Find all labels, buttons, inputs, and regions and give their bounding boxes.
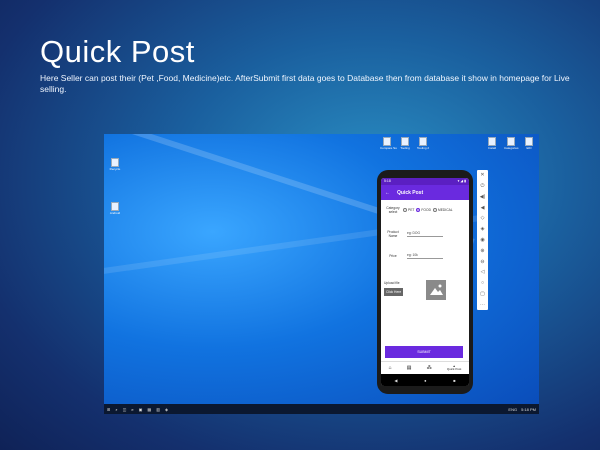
desktop-icon-top[interactable]: Tooling xyxy=(398,137,412,150)
category-label: Category select xyxy=(386,206,400,214)
explorer-icon[interactable]: ▣ xyxy=(139,407,143,412)
app-icon[interactable]: ▥ xyxy=(156,407,160,412)
recycle-bin-icon xyxy=(111,158,119,167)
document-icon xyxy=(401,137,409,146)
more-icon[interactable]: ⋯ xyxy=(480,302,485,308)
task-view-icon[interactable]: ◫ xyxy=(123,407,127,412)
system-tray: ENG 5:18 PM xyxy=(508,407,536,412)
document-icon xyxy=(525,137,533,146)
back-icon[interactable]: ◀ xyxy=(394,378,397,383)
recents-icon[interactable]: ■ xyxy=(453,378,455,383)
camera-icon[interactable]: ◉ xyxy=(480,237,484,243)
desktop-icon-recycle[interactable]: Recycle xyxy=(108,158,122,171)
back-icon[interactable]: ◁ xyxy=(481,269,485,275)
start-icon[interactable]: ⊞ xyxy=(107,407,110,412)
radio-selected-icon xyxy=(416,208,421,212)
radio-circle-icon xyxy=(432,208,437,212)
language-indicator[interactable]: ENG xyxy=(508,407,517,412)
nav-quick-post-label: Quick Post xyxy=(446,367,462,371)
document-icon xyxy=(507,137,515,146)
radio-pet[interactable]: PET xyxy=(403,208,414,212)
slide-title: Quick Post xyxy=(40,34,195,69)
choose-file-button[interactable]: Click Here xyxy=(384,288,404,296)
power-icon[interactable]: ⏻ xyxy=(481,183,485,189)
system-nav: ◀ ● ■ xyxy=(381,374,469,386)
desktop-icon-android[interactable]: Android xyxy=(108,202,122,215)
status-icons: ▾ ◢ ▮ xyxy=(457,179,466,183)
price-input[interactable]: eg: 10k xyxy=(407,253,443,259)
nav-quick-post[interactable]: ▲ Quick Post xyxy=(446,364,462,372)
zoom-in-icon[interactable]: ⊕ xyxy=(480,248,484,254)
overview-icon[interactable]: ▢ xyxy=(480,291,485,297)
image-placeholder[interactable] xyxy=(426,280,446,300)
android-studio-icon[interactable]: ◈ xyxy=(165,407,168,412)
price-label: Price xyxy=(389,254,397,258)
rotate-right-icon[interactable]: ◈ xyxy=(481,226,485,232)
product-name-row: Product Name eg: DOG xyxy=(383,230,443,238)
app-bar: ← Quick Post xyxy=(381,185,469,200)
desktop-icon-top[interactable]: Tooling 2 xyxy=(416,137,430,150)
phone-emulator: 5:18 ▾ ◢ ▮ ← Quick Post Category select … xyxy=(377,170,473,394)
back-arrow-icon[interactable]: ← xyxy=(385,190,390,196)
upload-label: Upload file xyxy=(384,281,400,285)
status-bar: 5:18 ▾ ◢ ▮ xyxy=(381,178,469,185)
document-icon xyxy=(419,137,427,146)
desktop-icon-top[interactable]: Install xyxy=(485,137,499,150)
document-icon xyxy=(488,137,496,146)
edge-icon[interactable]: e xyxy=(131,407,133,412)
category-row: Category select PET FOOD MEDICAL xyxy=(383,206,455,214)
file-icon xyxy=(111,202,119,211)
upload-row: Click Here xyxy=(384,288,404,296)
clock[interactable]: 5:18 PM xyxy=(521,407,536,412)
status-time: 5:18 xyxy=(384,179,391,183)
product-name-label: Product Name xyxy=(387,230,399,238)
store-icon[interactable]: ▤ xyxy=(407,365,412,371)
home-icon[interactable]: ⌂ xyxy=(389,365,392,371)
radio-food[interactable]: FOOD xyxy=(416,208,431,212)
desktop-screenshot: Recycle Android Compare Su Tooling Tooli… xyxy=(104,134,539,414)
rotate-icon[interactable]: ◇ xyxy=(481,215,485,221)
product-name-input[interactable]: eg: DOG xyxy=(407,231,443,237)
zoom-out-icon[interactable]: ⊖ xyxy=(480,259,484,265)
home-icon[interactable]: ○ xyxy=(481,280,484,286)
bottom-nav: ⌂ ▤ ⁂ ▲ Quick Post xyxy=(381,361,469,374)
windows-taskbar: ⊞ ⌕ ◫ e ▣ ▦ ▥ ◈ ENG 5:18 PM xyxy=(104,404,539,414)
desktop-icon-top[interactable]: Categories xyxy=(504,137,519,150)
quick-post-form: Category select PET FOOD MEDICAL Product… xyxy=(381,200,469,360)
radio-circle-icon xyxy=(403,208,407,212)
submit-button[interactable]: SUBMIT xyxy=(385,346,463,358)
app-title: Quick Post xyxy=(397,189,424,196)
phone-screen: 5:18 ▾ ◢ ▮ ← Quick Post Category select … xyxy=(381,178,469,386)
image-placeholder-icon xyxy=(430,284,443,295)
close-icon[interactable]: ✕ xyxy=(480,172,484,178)
desktop-icon-top[interactable]: EID xyxy=(522,137,536,150)
desktop-icon-top[interactable]: Compare Su xyxy=(380,137,397,150)
volume-up-icon[interactable]: ◀) xyxy=(480,194,486,200)
grid-icon[interactable]: ⁂ xyxy=(427,365,432,371)
volume-down-icon[interactable]: ◀ xyxy=(481,205,485,211)
home-button-icon[interactable]: ● xyxy=(424,378,426,383)
emulator-toolbar: ✕ ⏻ ◀) ◀ ◇ ◈ ◉ ⊕ ⊖ ◁ ○ ▢ ⋯ xyxy=(477,170,488,310)
radio-medical[interactable]: MEDICAL xyxy=(432,208,453,212)
document-icon xyxy=(383,137,391,146)
app-icon[interactable]: ▦ xyxy=(147,407,151,412)
price-row: Price eg: 10k xyxy=(383,253,443,259)
slide-description: Here Seller can post their (Pet ,Food, M… xyxy=(40,73,570,94)
upload-label-row: Upload file xyxy=(384,281,400,285)
search-icon[interactable]: ⌕ xyxy=(115,407,117,412)
